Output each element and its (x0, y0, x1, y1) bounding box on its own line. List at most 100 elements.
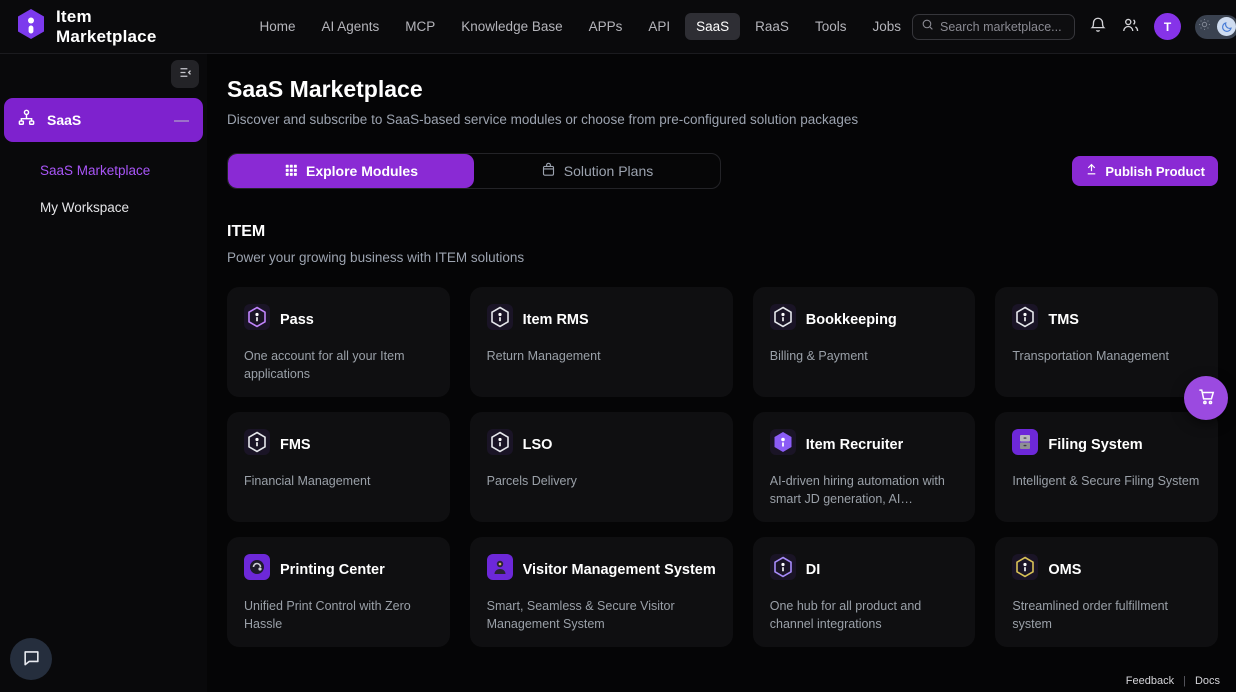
module-description: Return Management (487, 347, 716, 365)
user-avatar[interactable]: T (1154, 13, 1181, 40)
main-nav: HomeAI AgentsMCPKnowledge BaseAPPsAPISaa… (248, 13, 912, 40)
sidebar-item-saas-marketplace[interactable]: SaaS Marketplace (4, 152, 203, 189)
cabinet-module-icon (1012, 429, 1038, 460)
hexagon-module-icon (1012, 304, 1038, 335)
module-description: Financial Management (244, 472, 433, 490)
module-card-tms[interactable]: TMS Transportation Management (995, 287, 1218, 397)
page-title: SaaS Marketplace (227, 76, 1218, 103)
nav-item-mcp[interactable]: MCP (394, 13, 446, 40)
module-title: Filing System (1048, 437, 1142, 453)
footer-links: Feedback | Docs (1126, 675, 1220, 687)
cart-fab-button[interactable] (1184, 376, 1228, 420)
sun-icon (1198, 18, 1211, 36)
module-card-bookkeeping[interactable]: Bookkeeping Billing & Payment (753, 287, 976, 397)
sidebar-sub-items: SaaS MarketplaceMy Workspace (4, 152, 203, 226)
module-title: DI (806, 562, 821, 578)
search-icon (921, 18, 934, 36)
module-card-printing-center[interactable]: Printing Center Unified Print Control wi… (227, 537, 450, 647)
upload-icon (1085, 163, 1098, 179)
chat-fab-button[interactable] (10, 638, 52, 680)
search-input[interactable] (940, 20, 1066, 34)
feedback-link[interactable]: Feedback (1126, 675, 1174, 687)
module-description: Smart, Seamless & Secure Visitor Managem… (487, 597, 716, 633)
hexagon-module-icon (244, 304, 270, 335)
module-title: LSO (523, 437, 553, 453)
sidebar-group-label: SaaS (47, 112, 81, 128)
module-card-pass[interactable]: Pass One account for all your Item appli… (227, 287, 450, 397)
hexagon-module-icon (770, 554, 796, 585)
grid-icon (284, 163, 298, 180)
module-title: Item Recruiter (806, 437, 904, 453)
sidebar-collapse-button[interactable] (171, 60, 199, 88)
module-title: Visitor Management System (523, 562, 716, 578)
module-description: Transportation Management (1012, 347, 1201, 365)
module-description: Billing & Payment (770, 347, 959, 365)
nav-item-api[interactable]: API (637, 13, 681, 40)
module-card-fms[interactable]: FMS Financial Management (227, 412, 450, 522)
module-description: One hub for all product and channel inte… (770, 597, 959, 633)
page-subtitle: Discover and subscribe to SaaS-based ser… (227, 112, 1218, 127)
brand-name: Item Marketplace (56, 7, 156, 47)
module-title: Pass (280, 312, 314, 328)
users-icon (1121, 16, 1140, 37)
printer-module-icon (244, 554, 270, 585)
module-description: Intelligent & Secure Filing System (1012, 472, 1201, 490)
sidebar-item-saas[interactable]: SaaS — (4, 98, 203, 142)
section-subtitle: Power your growing business with ITEM so… (227, 250, 1218, 265)
module-title: FMS (280, 437, 311, 453)
sidebar: SaaS — SaaS MarketplaceMy Workspace (0, 54, 207, 692)
section-title: ITEM (227, 223, 1218, 241)
collapse-sidebar-icon (178, 65, 193, 83)
module-description: AI-driven hiring automation with smart J… (770, 472, 959, 508)
nav-item-raas[interactable]: RaaS (744, 13, 800, 40)
modules-grid: Pass One account for all your Item appli… (227, 287, 1218, 647)
module-description: One account for all your Item applicatio… (244, 347, 433, 383)
footer-separator: | (1183, 675, 1186, 687)
module-card-di[interactable]: DI One hub for all product and channel i… (753, 537, 976, 647)
community-button[interactable] (1121, 16, 1140, 37)
cart-icon (1197, 387, 1216, 409)
module-title: OMS (1048, 562, 1081, 578)
hexagon-module-icon (1012, 554, 1038, 585)
theme-toggle[interactable] (1195, 15, 1236, 39)
module-card-visitor-management-system[interactable]: Visitor Management System Smart, Seamles… (470, 537, 733, 647)
nav-item-saas[interactable]: SaaS (685, 13, 740, 40)
module-card-item-recruiter[interactable]: Item Recruiter AI-driven hiring automati… (753, 412, 976, 522)
sitemap-icon (17, 108, 36, 132)
notifications-button[interactable] (1089, 16, 1107, 37)
publish-product-button[interactable]: Publish Product (1072, 156, 1218, 186)
module-title: Printing Center (280, 562, 385, 578)
brand[interactable]: Item Marketplace (16, 7, 156, 47)
nav-item-jobs[interactable]: Jobs (861, 13, 912, 40)
search-box[interactable] (912, 14, 1075, 40)
module-title: Item RMS (523, 312, 589, 328)
module-card-item-rms[interactable]: Item RMS Return Management (470, 287, 733, 397)
hexagon-filled-module-icon (770, 429, 796, 460)
tab-solution-plans[interactable]: Solution Plans (474, 154, 720, 188)
hexagon-module-icon (770, 304, 796, 335)
moon-icon (1217, 17, 1236, 36)
module-title: Bookkeeping (806, 312, 897, 328)
bag-icon (541, 162, 556, 180)
nav-item-ai-agents[interactable]: AI Agents (310, 13, 390, 40)
nav-item-home[interactable]: Home (248, 13, 306, 40)
brand-logo-icon (16, 8, 46, 45)
nav-item-apps[interactable]: APPs (578, 13, 634, 40)
hexagon-module-icon (487, 304, 513, 335)
tab-explore-modules[interactable]: Explore Modules (228, 154, 474, 188)
nav-item-knowledge-base[interactable]: Knowledge Base (450, 13, 573, 40)
view-tabs: Explore ModulesSolution Plans (227, 153, 721, 189)
sidebar-item-my-workspace[interactable]: My Workspace (4, 189, 203, 226)
hexagon-module-icon (244, 429, 270, 460)
bell-icon (1089, 16, 1107, 37)
nav-item-tools[interactable]: Tools (804, 13, 858, 40)
module-description: Unified Print Control with Zero Hassle (244, 597, 433, 633)
module-card-lso[interactable]: LSO Parcels Delivery (470, 412, 733, 522)
docs-link[interactable]: Docs (1195, 675, 1220, 687)
person-module-icon (487, 554, 513, 585)
module-card-oms[interactable]: OMS Streamlined order fulfillment system (995, 537, 1218, 647)
chat-bubble-icon (22, 648, 41, 670)
top-header: Item Marketplace HomeAI AgentsMCPKnowled… (0, 0, 1236, 54)
module-card-filing-system[interactable]: Filing System Intelligent & Secure Filin… (995, 412, 1218, 522)
module-title: TMS (1048, 312, 1079, 328)
